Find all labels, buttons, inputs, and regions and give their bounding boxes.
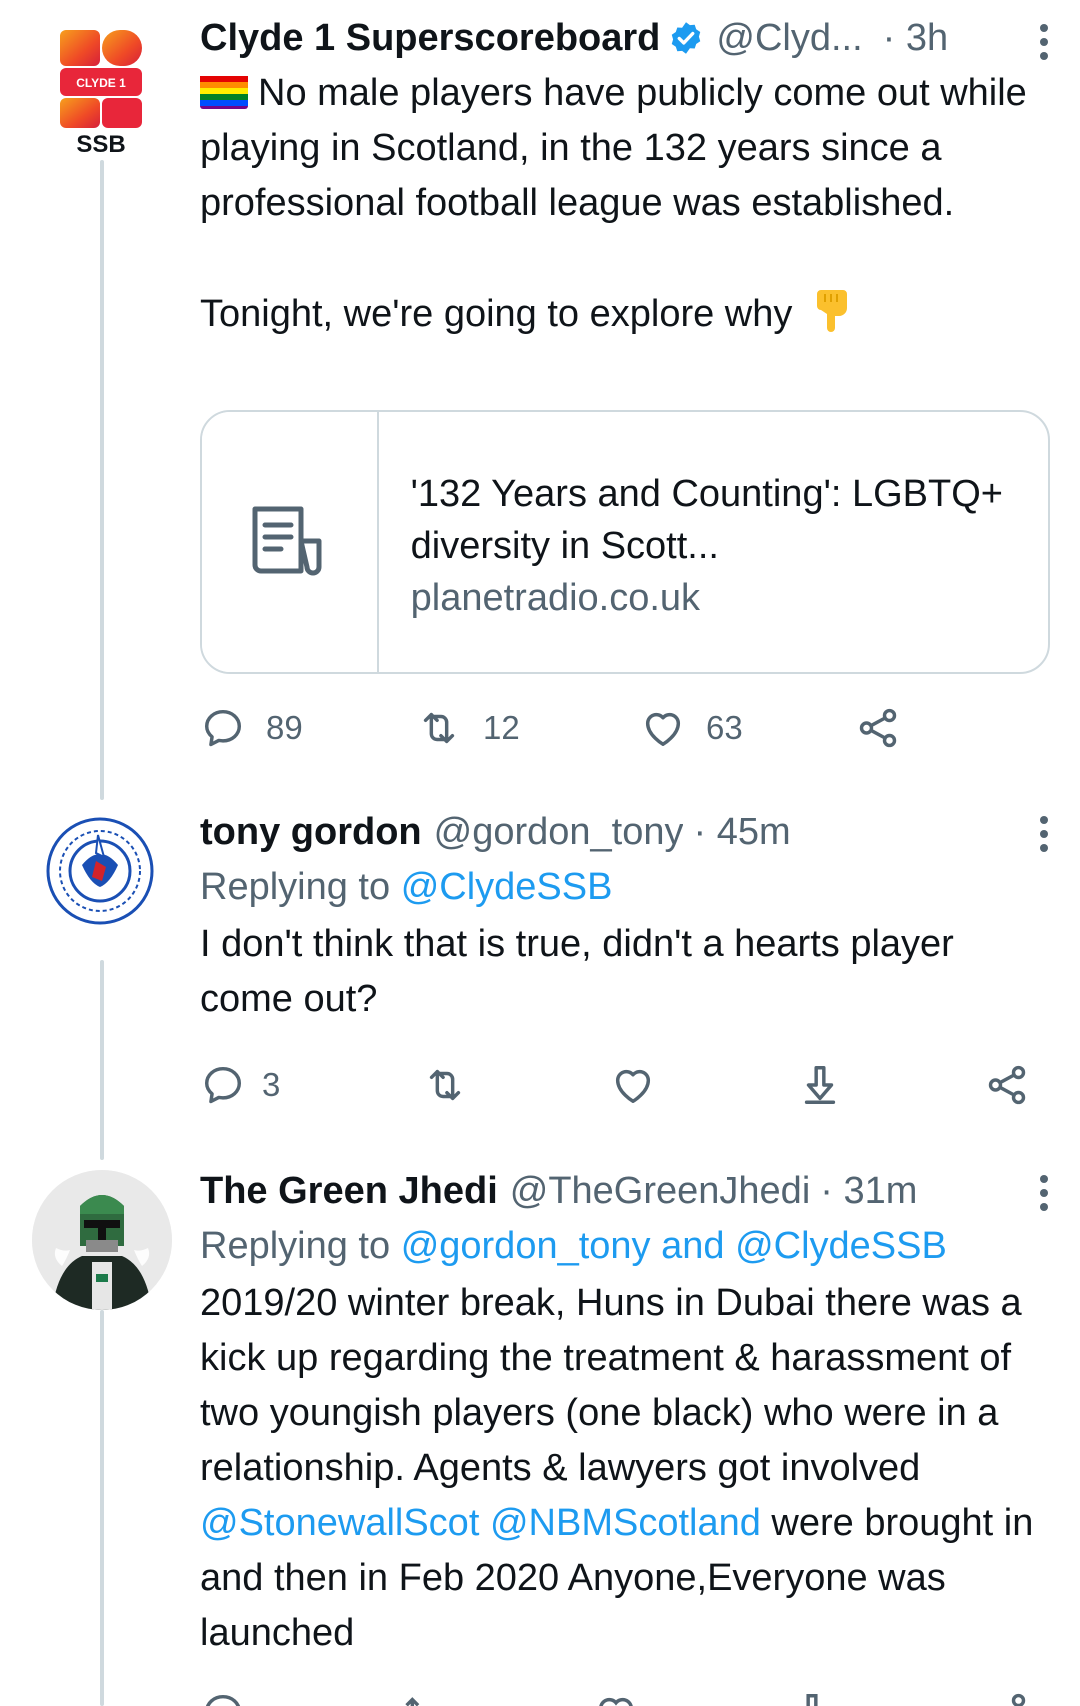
author-name[interactable]: The Green Jhedi (200, 1167, 498, 1215)
download-icon (804, 1066, 836, 1104)
like-button[interactable] (610, 1062, 656, 1108)
share-icon (859, 708, 897, 748)
more-options-icon[interactable] (1040, 816, 1050, 858)
tweet-clyde[interactable]: Clyde 1 Superscoreboard @Clyd... · 3h No… (200, 14, 1050, 348)
mention-link-gordon-tony[interactable]: @gordon_tony (401, 1225, 651, 1267)
tweet-time[interactable]: · 31m (820, 1167, 917, 1215)
reply-button[interactable]: 3 (200, 1062, 280, 1108)
more-options-icon[interactable] (1040, 1175, 1050, 1217)
tweet-tony-gordon[interactable]: tony gordon @gordon_tony · 45m Replying … (200, 808, 1050, 1027)
tweet-text: I don't think that is true, didn't a hea… (200, 923, 954, 1020)
tweet-green-jhedi[interactable]: The Green Jhedi @TheGreenJhedi · 31m Rep… (200, 1167, 1050, 1661)
thread-line-1 (100, 160, 104, 800)
mention-stonewallscot[interactable]: @StonewallScot (200, 1502, 479, 1544)
author-handle[interactable]: @gordon_tony (434, 808, 684, 856)
green-jhedi-avatar[interactable] (32, 1170, 172, 1310)
retweet-button[interactable]: 12 (415, 705, 640, 751)
article-icon (252, 506, 322, 576)
reply-button[interactable] (200, 1690, 246, 1706)
retweet-count: 12 (483, 709, 520, 746)
share-button[interactable] (984, 1062, 1030, 1108)
replying-to-label: Replying to (200, 866, 391, 908)
tweet-header: tony gordon @gordon_tony · 45m (200, 808, 1050, 856)
tweet-actions-partial (200, 1690, 1030, 1706)
download-icon (805, 1694, 818, 1706)
link-card[interactable]: '132 Years and Counting': LGBTQ+ diversi… (200, 410, 1050, 674)
heart-icon (645, 712, 681, 747)
like-button[interactable] (593, 1690, 639, 1706)
reply-count: 3 (262, 1066, 281, 1103)
tweet-text: No male players have publicly come out w… (200, 66, 1050, 348)
author-handle[interactable]: @TheGreenJhedi (510, 1167, 811, 1215)
tweet-text-part-1: 2019/20 winter break, Huns in Dubai ther… (200, 1282, 1022, 1489)
heart-icon (616, 1069, 651, 1104)
like-count: 63 (706, 709, 743, 746)
thread-line-2 (100, 960, 104, 1160)
rainbow-flag-icon (200, 73, 248, 109)
reply-icon (205, 1694, 241, 1706)
mention-nbmscotland[interactable]: @NBMScotland (490, 1502, 761, 1544)
replying-to-label: Replying to (200, 1225, 391, 1267)
tweet-header: The Green Jhedi @TheGreenJhedi · 31m (200, 1167, 1050, 1215)
tweet-actions: 89 12 63 (200, 705, 920, 751)
tweet-time[interactable]: · 3h (883, 14, 948, 62)
pointing-down-emoji-icon (811, 286, 851, 348)
download-button[interactable] (797, 1062, 843, 1108)
share-icon (1011, 1693, 1026, 1706)
tony-gordon-avatar[interactable] (44, 815, 156, 927)
like-button[interactable]: 63 (640, 705, 855, 751)
avatar-brand-text: CLYDE 1 (76, 76, 126, 90)
retweet-icon (430, 1069, 461, 1101)
tweet-text-part-1: No male players have publicly come out w… (200, 72, 1027, 224)
avatar-ssb-text: SSB (76, 131, 125, 154)
retweet-icon (423, 712, 455, 744)
tweet-time[interactable]: · 45m (693, 808, 790, 856)
reply-button[interactable]: 89 (200, 705, 415, 751)
card-title: '132 Years and Counting': LGBTQ+ diversi… (410, 473, 1003, 567)
reply-count: 89 (266, 709, 303, 746)
author-handle[interactable]: @Clyd... (716, 14, 862, 62)
mention-link-clydessb[interactable]: @ClydeSSB (735, 1225, 947, 1267)
share-icon (988, 1065, 1026, 1105)
download-button[interactable] (789, 1690, 835, 1706)
mention-link[interactable]: @ClydeSSB (401, 866, 613, 908)
more-options-icon[interactable] (1040, 24, 1050, 66)
tweet-header: Clyde 1 Superscoreboard @Clyd... · 3h (200, 14, 1050, 62)
author-name[interactable]: tony gordon (200, 808, 422, 856)
tweet-text: 2019/20 winter break, Huns in Dubai ther… (200, 1276, 1050, 1661)
clyde-ssb-avatar[interactable]: CLYDE 1 SSB (52, 24, 152, 154)
heart-icon (599, 1697, 633, 1706)
card-domain: planetradio.co.uk (410, 577, 701, 619)
card-thumbnail (202, 412, 379, 672)
thread-line-3 (100, 1310, 104, 1706)
retweet-button[interactable] (421, 1062, 469, 1108)
reply-icon (204, 1066, 242, 1104)
share-button[interactable] (855, 705, 901, 751)
author-name[interactable]: Clyde 1 Superscoreboard (200, 14, 660, 62)
retweet-button[interactable] (396, 1690, 444, 1706)
share-button[interactable] (984, 1690, 1030, 1706)
replying-and-label: and (661, 1225, 725, 1267)
reply-icon (204, 709, 242, 747)
retweet-icon (404, 1697, 419, 1706)
tweet-text-part-2: Tonight, we're going to explore why (200, 293, 793, 335)
tweet-actions: 3 (200, 1062, 1030, 1108)
verified-badge-icon (668, 20, 704, 56)
